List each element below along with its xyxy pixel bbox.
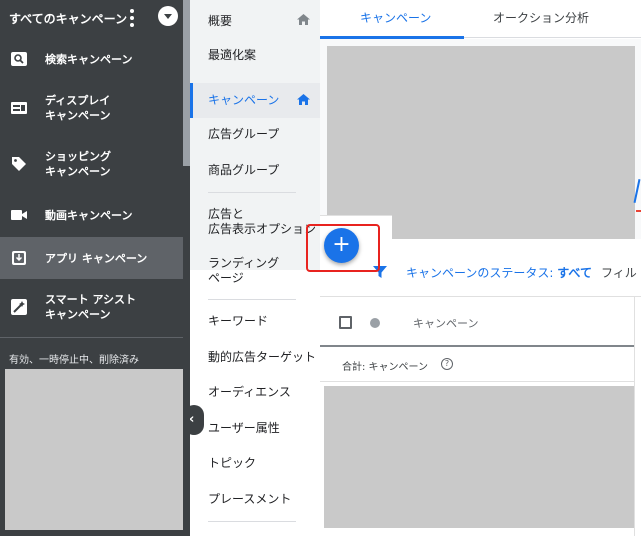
help-icon[interactable]: ? — [441, 358, 453, 370]
sidebar-item-label: 動画キャンペーン — [45, 208, 133, 222]
sidebar-item-label: ショッピング キャンペーン — [45, 150, 111, 178]
nav-item-ads-extensions[interactable]: 広告と 広告表示オプション — [208, 207, 316, 237]
display-icon — [11, 102, 27, 114]
nav-item-product-groups[interactable]: 商品グループ — [208, 163, 279, 178]
sidebar-item-display[interactable]: ディスプレイ キャンペーン — [0, 86, 183, 130]
home-icon — [297, 14, 310, 25]
all-campaigns-title[interactable]: すべてのキャンペーン — [9, 10, 127, 27]
sidebar-divider — [0, 337, 183, 338]
select-all-checkbox[interactable] — [339, 316, 352, 329]
sidebar-item-app[interactable]: アプリ キャンペーン — [0, 237, 183, 279]
redacted-chart — [327, 46, 635, 239]
redacted-table-rows — [324, 386, 634, 528]
filter-value: すべて — [557, 266, 592, 280]
nav-item-audiences[interactable]: オーディエンス — [208, 385, 291, 400]
nav-divider — [208, 192, 296, 193]
page-navigation: 概要 最適化案 キャンペーン 広告グループ 商品グループ 広告と 広告表示オプシ… — [190, 0, 320, 536]
highlight-annotation-box — [306, 224, 380, 272]
nav-item-keywords[interactable]: キーワード — [208, 314, 268, 329]
chart-line-red — [636, 210, 641, 212]
shopping-tag-icon — [12, 157, 26, 171]
filter-label: キャンペーンのステータス: — [406, 266, 558, 280]
status-dot-icon[interactable] — [370, 318, 380, 328]
nav-item-placements[interactable]: プレースメント — [208, 492, 291, 507]
nav-item-dynamic-ad-targets[interactable]: 動的広告ターゲット — [208, 350, 316, 365]
performance-chart-area — [320, 39, 641, 239]
redacted-campaign-list — [5, 369, 183, 530]
nav-divider — [208, 521, 296, 522]
nav-active-indicator — [190, 83, 193, 118]
home-icon — [297, 94, 310, 105]
magic-wand-icon — [11, 299, 27, 315]
nav-item-ad-groups[interactable]: 広告グループ — [208, 127, 279, 142]
sidebar-item-smart-assist[interactable]: スマート アシスト キャンペーン — [0, 285, 183, 329]
tab-campaigns[interactable]: キャンペーン — [360, 9, 431, 26]
nav-item-overview[interactable]: 概要 — [208, 14, 232, 29]
add-filter-link[interactable]: フィル — [601, 264, 637, 281]
column-header-campaign[interactable]: キャンペーン — [413, 315, 478, 331]
nav-item-campaigns[interactable]: キャンペーン — [208, 93, 279, 108]
nav-divider — [208, 299, 296, 300]
search-icon — [11, 52, 27, 66]
sidebar-item-shopping[interactable]: ショッピング キャンペーン — [0, 142, 183, 186]
sidebar-item-search[interactable]: 検索キャンペーン — [0, 41, 183, 77]
more-vert-icon[interactable] — [127, 8, 137, 28]
sidebar-scrollbar[interactable] — [183, 0, 190, 166]
total-row: 合計: キャンペーン ? — [320, 349, 634, 382]
nav-item-demographics[interactable]: ユーザー属性 — [208, 421, 280, 436]
chevron-left-icon: ‹ — [189, 412, 195, 427]
total-label: 合計: キャンペーン — [342, 362, 429, 373]
sidebar-item-label: スマート アシスト キャンペーン — [45, 293, 137, 321]
nav-item-landing-pages[interactable]: ランディング ページ — [208, 256, 279, 286]
table-header: キャンペーン — [320, 297, 634, 347]
sidebar-item-label: ディスプレイ キャンペーン — [45, 94, 111, 122]
campaign-sidebar: すべてのキャンペーン 検索キャンペーン ディスプレイ キャンペーン ショッピング… — [0, 0, 190, 536]
tab-bar: キャンペーン オークション分析 — [320, 0, 641, 39]
sidebar-item-label: アプリ キャンペーン — [45, 251, 148, 265]
campaign-status-filter[interactable]: キャンペーンのステータス: すべて — [406, 264, 592, 281]
collapse-nav-button[interactable]: ‹ — [184, 405, 204, 435]
video-camera-icon — [11, 210, 27, 220]
column-divider — [634, 297, 635, 536]
sidebar-item-video[interactable]: 動画キャンペーン — [0, 197, 183, 233]
sidebar-item-label: 検索キャンペーン — [45, 52, 133, 66]
sidebar-header[interactable]: すべてのキャンペーン — [0, 0, 190, 38]
dropdown-arrow-icon[interactable] — [158, 6, 178, 26]
nav-item-topics[interactable]: トピック — [208, 456, 256, 471]
tab-auction-insights[interactable]: オークション分析 — [493, 9, 589, 26]
status-filter-label[interactable]: 有効、一時停止中、削除済み — [9, 351, 139, 366]
nav-item-recommendations[interactable]: 最適化案 — [208, 48, 256, 63]
app-download-icon — [12, 251, 26, 265]
